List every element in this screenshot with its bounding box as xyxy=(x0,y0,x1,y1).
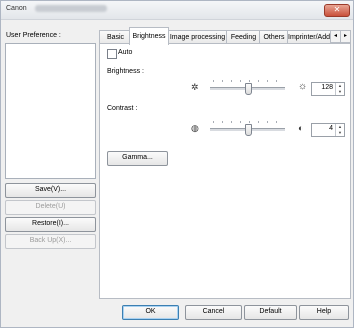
contrast-label: Contrast : xyxy=(107,105,138,112)
user-preference-label: User Preference : xyxy=(6,32,61,39)
contrast-value: 4 xyxy=(329,125,333,132)
backup-button[interactable]: Back Up(X)... xyxy=(5,234,96,249)
save-button[interactable]: Save(V)... xyxy=(5,183,96,198)
brightness-label: Brightness : xyxy=(107,68,144,75)
brightness-value: 128 xyxy=(321,84,333,91)
gamma-button[interactable]: Gamma... xyxy=(107,151,168,166)
window-title: Canon xyxy=(6,5,27,12)
tab-imprinter[interactable]: Imprinter/Addo xyxy=(287,30,331,44)
help-button[interactable]: Help xyxy=(299,305,349,320)
restore-button[interactable]: Restore(I)... xyxy=(5,217,96,232)
contrast-high-icon: ◐ xyxy=(298,123,304,133)
sun-dim-icon: ✲ xyxy=(191,82,199,92)
tab-scroll-right-icon[interactable]: ▸ xyxy=(340,30,351,43)
spin-arrows-icon[interactable]: ▲ ▼ xyxy=(335,124,344,136)
contrast-spinbox[interactable]: 4 ▲ ▼ xyxy=(311,123,345,137)
cancel-button[interactable]: Cancel xyxy=(185,305,242,320)
tab-feeding[interactable]: Feeding xyxy=(226,30,261,44)
close-button[interactable]: ✕ xyxy=(324,4,350,17)
delete-button[interactable]: Delete(U) xyxy=(5,200,96,215)
contrast-low-icon: ◍ xyxy=(191,123,199,133)
tab-bar: Basic Brightness Image processing Feedin… xyxy=(99,27,351,45)
scanner-settings-dialog: Canon ✕ User Preference : Save(V)... Del… xyxy=(0,0,354,328)
user-preference-list[interactable] xyxy=(5,43,96,179)
title-obscured-text xyxy=(35,5,107,12)
title-bar: Canon ✕ xyxy=(1,1,353,20)
brightness-slider-thumb[interactable] xyxy=(245,83,252,95)
contrast-slider-thumb[interactable] xyxy=(245,124,252,136)
default-button[interactable]: Default xyxy=(244,305,297,320)
tab-image-processing[interactable]: Image processing xyxy=(167,30,228,44)
auto-checkbox[interactable] xyxy=(107,49,117,59)
sun-bright-icon: ☼ xyxy=(298,81,308,92)
brightness-spinbox[interactable]: 128 ▲ ▼ xyxy=(311,82,345,96)
spin-arrows-icon[interactable]: ▲ ▼ xyxy=(335,83,344,95)
tab-brightness[interactable]: Brightness xyxy=(129,27,169,45)
ok-button[interactable]: OK xyxy=(122,305,179,320)
auto-label: Auto xyxy=(118,49,133,56)
tab-basic[interactable]: Basic xyxy=(99,30,132,44)
tab-others[interactable]: Others xyxy=(259,30,289,44)
